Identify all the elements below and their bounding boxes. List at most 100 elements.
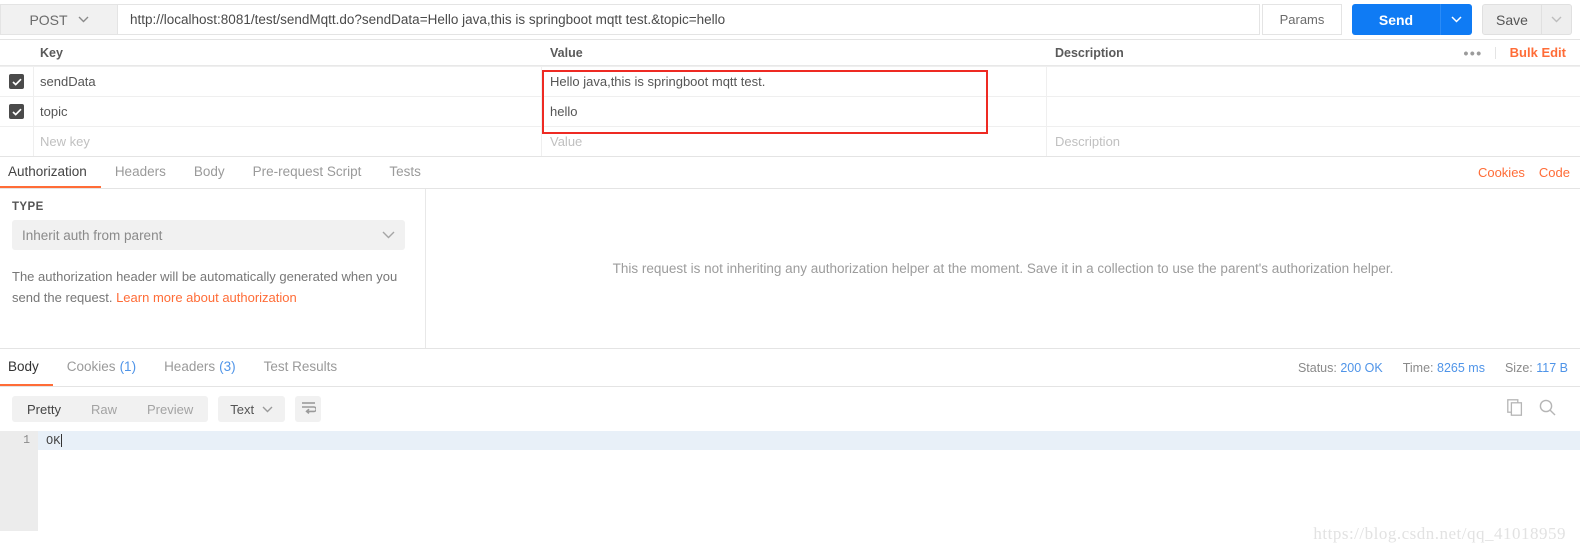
cookies-link[interactable]: Cookies <box>1478 165 1525 180</box>
response-body-line[interactable]: OK <box>38 431 1580 450</box>
chevron-down-icon <box>1451 16 1462 23</box>
send-options-button[interactable] <box>1440 4 1472 35</box>
http-method-selector[interactable]: POST <box>0 4 118 35</box>
auth-type-select[interactable]: Inherit auth from parent <box>12 220 405 250</box>
save-button[interactable]: Save <box>1482 4 1542 35</box>
time-label: Time: <box>1403 361 1434 375</box>
response-tab-headers[interactable]: Headers (3) <box>150 349 250 386</box>
send-label: Send <box>1379 12 1413 28</box>
new-value-input[interactable]: Value <box>542 127 1047 156</box>
tab-count: (3) <box>219 359 236 374</box>
tab-tests[interactable]: Tests <box>375 157 435 188</box>
copy-icon <box>1507 399 1523 419</box>
send-button-group: Send <box>1352 4 1472 35</box>
tab-headers[interactable]: Headers <box>101 157 180 188</box>
auth-info-column: This request is not inheriting any autho… <box>426 189 1580 348</box>
params-label: Params <box>1280 12 1325 27</box>
tab-label: Pre-request Script <box>253 164 362 179</box>
tab-label: Headers <box>164 359 215 374</box>
header-value: Value <box>542 40 1047 65</box>
tab-body[interactable]: Body <box>180 157 239 188</box>
table-row: sendData Hello java,this is springboot m… <box>0 66 1580 96</box>
chevron-down-icon <box>78 16 89 23</box>
param-description-input[interactable] <box>1047 67 1580 96</box>
status-label: Status: <box>1298 361 1337 375</box>
row-checkbox[interactable] <box>9 74 24 89</box>
auth-note: The authorization header will be automat… <box>12 266 405 308</box>
tab-label: Body <box>8 359 39 374</box>
row-checkbox-cell <box>0 67 34 96</box>
size-value: 117 B <box>1536 361 1568 375</box>
param-key-input[interactable]: sendData <box>34 67 542 96</box>
row-checkbox-cell <box>0 97 34 126</box>
header-description: Description ••• Bulk Edit <box>1047 40 1580 65</box>
bulk-edit-button[interactable]: Bulk Edit <box>1496 45 1566 60</box>
response-tab-cookies[interactable]: Cookies (1) <box>53 349 150 386</box>
time-value: 8265 ms <box>1437 361 1485 375</box>
query-params-table: Key Value Description ••• Bulk Edit send… <box>0 40 1580 157</box>
tab-count: (1) <box>120 359 137 374</box>
param-value-input[interactable]: Hello java,this is springboot mqtt test. <box>542 67 1047 96</box>
word-wrap-icon <box>301 401 316 417</box>
save-button-group: Save <box>1482 4 1572 35</box>
response-format-select[interactable]: Text <box>218 396 285 422</box>
response-metrics: Status: 200 OK Time: 8265 ms Size: 117 B <box>1298 349 1580 386</box>
auth-type-column: TYPE Inherit auth from parent The author… <box>0 189 426 348</box>
header-description-label: Description <box>1055 46 1124 60</box>
params-button[interactable]: Params <box>1262 4 1342 35</box>
url-text: http://localhost:8081/test/sendMqtt.do?s… <box>130 12 725 27</box>
param-key-input[interactable]: topic <box>34 97 542 126</box>
line-number-gutter: 1 <box>0 431 38 531</box>
view-mode-raw[interactable]: Raw <box>76 396 132 422</box>
more-options-icon[interactable]: ••• <box>1451 47 1495 59</box>
auth-type-value: Inherit auth from parent <box>22 228 162 243</box>
tab-authorization[interactable]: Authorization <box>0 157 101 188</box>
response-tab-test-results[interactable]: Test Results <box>250 349 352 386</box>
search-button[interactable] <box>1539 399 1556 419</box>
tab-label: Authorization <box>8 164 87 179</box>
tab-label: Test Results <box>264 359 338 374</box>
save-label: Save <box>1496 12 1528 28</box>
watermark: https://blog.csdn.net/qq_41018959 <box>1313 524 1566 544</box>
table-new-row: New key Value Description <box>0 126 1580 156</box>
auth-inheritance-message: This request is not inheriting any autho… <box>613 261 1394 276</box>
http-method-label: POST <box>29 12 67 28</box>
word-wrap-button[interactable] <box>295 396 321 422</box>
postman-window: POST http://localhost:8081/test/sendMqtt… <box>0 0 1580 552</box>
response-body-editor[interactable]: 1 OK <box>0 431 1580 531</box>
row-checkbox[interactable] <box>9 104 24 119</box>
status-value: 200 OK <box>1340 361 1382 375</box>
view-mode-preview[interactable]: Preview <box>132 396 208 422</box>
response-toolbar-actions <box>1507 399 1568 419</box>
tab-label: Tests <box>389 164 421 179</box>
auth-type-label: TYPE <box>12 201 405 213</box>
tab-label: Body <box>194 164 225 179</box>
table-header-row: Key Value Description ••• Bulk Edit <box>0 40 1580 66</box>
copy-button[interactable] <box>1507 399 1523 419</box>
tab-pre-request-script[interactable]: Pre-request Script <box>239 157 376 188</box>
view-mode-pretty[interactable]: Pretty <box>12 396 76 422</box>
request-tabs: Authorization Headers Body Pre-request S… <box>0 157 1580 189</box>
response-tab-body[interactable]: Body <box>0 349 53 386</box>
header-checkbox-cell <box>0 40 34 65</box>
time-metric: Time: 8265 ms <box>1403 361 1485 375</box>
send-button[interactable]: Send <box>1352 4 1440 35</box>
response-toolbar: Pretty Raw Preview Text <box>0 387 1580 431</box>
new-row-checkbox-cell <box>0 127 34 156</box>
authorization-panel: TYPE Inherit auth from parent The author… <box>0 189 1580 349</box>
header-key: Key <box>34 40 542 65</box>
learn-more-link[interactable]: Learn more about authorization <box>116 290 297 305</box>
new-description-input[interactable]: Description <box>1047 127 1580 156</box>
param-value-input[interactable]: hello <box>542 97 1047 126</box>
code-link[interactable]: Code <box>1539 165 1570 180</box>
new-key-input[interactable]: New key <box>34 127 542 156</box>
text-cursor <box>61 434 62 447</box>
param-description-input[interactable] <box>1047 97 1580 126</box>
size-metric: Size: 117 B <box>1505 361 1568 375</box>
url-input[interactable]: http://localhost:8081/test/sendMqtt.do?s… <box>118 4 1260 35</box>
request-tabs-actions: Cookies Code <box>1478 157 1580 188</box>
response-view-mode-group: Pretty Raw Preview <box>12 396 208 422</box>
tab-label: Cookies <box>67 359 116 374</box>
request-url-bar: POST http://localhost:8081/test/sendMqtt… <box>0 0 1580 40</box>
save-options-button[interactable] <box>1542 4 1572 35</box>
